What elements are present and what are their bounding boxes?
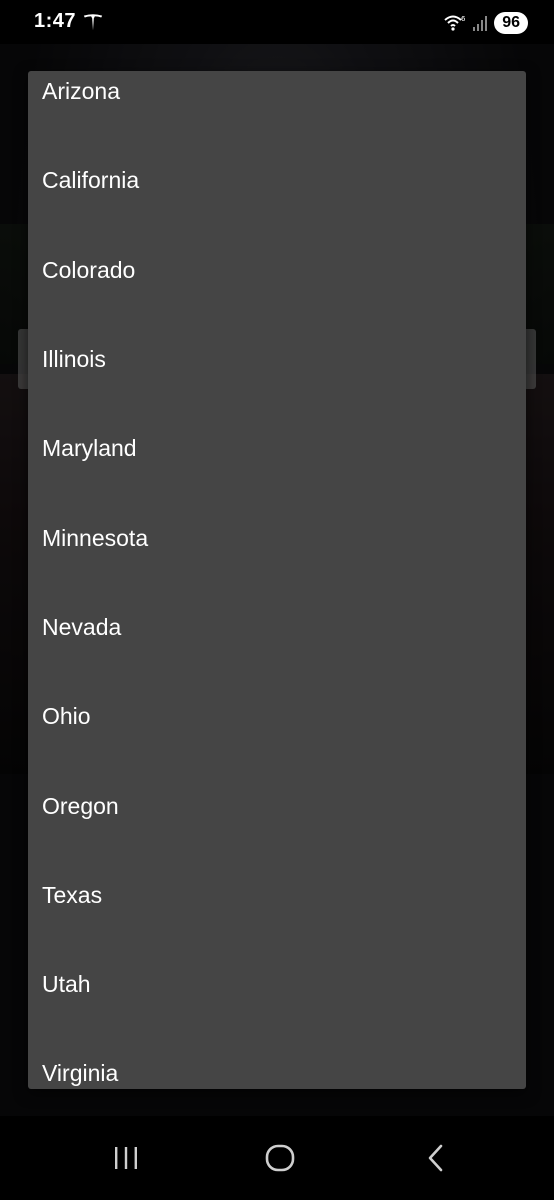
list-item-label: Virginia (42, 1060, 119, 1087)
list-item-label: Texas (42, 881, 103, 908)
list-item-maryland[interactable]: Maryland (28, 404, 526, 493)
list-item-label: Utah (42, 971, 91, 998)
list-item-california[interactable]: California (28, 136, 526, 225)
list-item-label: Illinois (42, 346, 106, 373)
status-bar: 1:47 6 96 (0, 0, 554, 44)
list-item-label: Oregon (42, 792, 119, 819)
system-navigation-bar (0, 1116, 554, 1200)
list-item-nevada[interactable]: Nevada (28, 583, 526, 672)
state-list-scroll[interactable]: Arizona California Colorado Illinois Mar… (28, 71, 526, 1089)
battery-level: 96 (494, 12, 528, 34)
list-item-colorado[interactable]: Colorado (28, 226, 526, 315)
svg-text:6: 6 (461, 15, 466, 23)
list-item-oregon[interactable]: Oregon (28, 761, 526, 850)
list-item-label: Nevada (42, 613, 122, 640)
tesla-logo-icon (83, 14, 103, 31)
list-item-label: Maryland (42, 435, 137, 462)
list-item-label: Minnesota (42, 524, 149, 551)
recent-apps-icon (115, 1147, 137, 1169)
list-item-utah[interactable]: Utah (28, 940, 526, 1029)
wifi-6-icon: 6 (444, 15, 466, 31)
list-item-minnesota[interactable]: Minnesota (28, 493, 526, 582)
list-item-illinois[interactable]: Illinois (28, 315, 526, 404)
status-icons: 6 96 (444, 10, 528, 36)
state-dropdown-list[interactable]: Arizona California Colorado Illinois Mar… (28, 71, 526, 1089)
home-icon (265, 1144, 295, 1172)
list-item-label: Colorado (42, 256, 136, 283)
list-item-texas[interactable]: Texas (28, 851, 526, 940)
list-item-virginia[interactable]: Virginia (28, 1029, 526, 1089)
back-button[interactable] (406, 1138, 466, 1178)
list-item-ohio[interactable]: Ohio (28, 672, 526, 761)
recent-apps-button[interactable] (96, 1138, 156, 1178)
cell-signal-icon (473, 16, 488, 31)
list-item-label: Ohio (42, 703, 91, 730)
screen: 1:47 6 96 Arizona California Colorado Il… (0, 0, 554, 1200)
back-icon (428, 1144, 443, 1172)
list-item-label: Arizona (42, 78, 120, 105)
list-item-arizona[interactable]: Arizona (28, 71, 526, 136)
status-time: 1:47 (34, 10, 77, 32)
home-button[interactable] (250, 1138, 310, 1178)
list-item-label: California (42, 167, 140, 194)
